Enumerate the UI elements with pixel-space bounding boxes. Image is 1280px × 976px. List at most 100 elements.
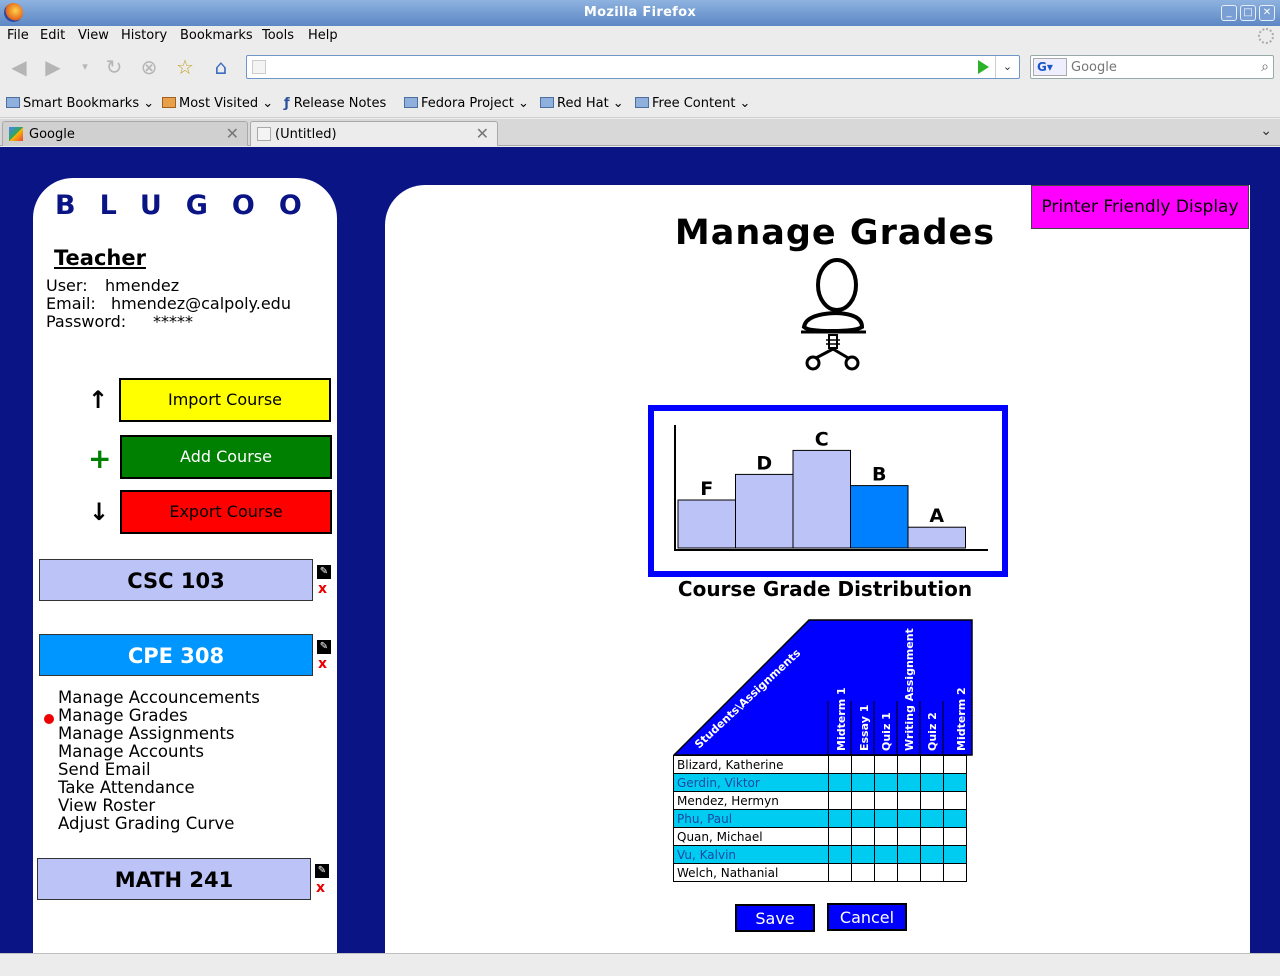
delete-course-icon[interactable]: x <box>318 656 327 672</box>
search-icon[interactable]: ⌕ <box>1261 59 1269 75</box>
menu-item-manage-accounts[interactable]: Manage Accounts <box>58 743 260 761</box>
history-dropdown-icon[interactable]: ▾ <box>74 56 96 78</box>
grade-cell[interactable] <box>851 863 875 882</box>
grade-cell[interactable] <box>851 827 875 846</box>
grade-cell[interactable] <box>897 809 921 828</box>
grade-cell[interactable] <box>897 773 921 792</box>
grade-cell[interactable] <box>920 809 944 828</box>
grade-cell[interactable] <box>828 845 852 864</box>
grade-cell[interactable] <box>828 863 852 882</box>
grade-cell[interactable] <box>874 863 898 882</box>
grade-cell[interactable] <box>943 755 967 774</box>
edit-course-icon[interactable]: ✎ <box>317 565 331 579</box>
minimize-icon[interactable]: _ <box>1221 5 1237 21</box>
home-icon[interactable]: ⌂ <box>210 56 232 78</box>
reload-icon[interactable]: ↻ <box>103 56 125 78</box>
back-icon[interactable]: ◀ <box>8 56 30 78</box>
grade-cell[interactable] <box>920 827 944 846</box>
grade-cell[interactable] <box>874 827 898 846</box>
grade-cell[interactable] <box>874 773 898 792</box>
url-input[interactable] <box>273 58 963 76</box>
menu-item-manage-announcements[interactable]: Manage Accouncements <box>58 689 260 707</box>
menu-history[interactable]: History <box>121 28 167 43</box>
grade-cell[interactable] <box>828 791 852 810</box>
go-icon[interactable] <box>978 60 989 74</box>
grade-cell[interactable] <box>943 827 967 846</box>
grade-cell[interactable] <box>828 773 852 792</box>
maximize-icon[interactable]: □ <box>1240 5 1256 21</box>
grade-cell[interactable] <box>920 845 944 864</box>
cancel-button[interactable]: Cancel <box>827 903 907 931</box>
bookmark-most-visited[interactable]: Most Visited ⌄ <box>162 96 273 111</box>
grade-cell[interactable] <box>920 791 944 810</box>
url-dropdown-icon[interactable]: ⌄ <box>995 56 1019 78</box>
search-input[interactable] <box>1071 58 1251 76</box>
grade-cell[interactable] <box>897 845 921 864</box>
new-bookmark-icon[interactable]: ☆ <box>174 56 196 78</box>
grade-cell[interactable] <box>920 863 944 882</box>
export-course-button[interactable]: Export Course <box>120 490 332 534</box>
menu-item-send-email[interactable]: Send Email <box>58 761 260 779</box>
search-engine-icon[interactable]: G▾ <box>1033 58 1067 76</box>
edit-course-icon[interactable]: ✎ <box>315 864 329 878</box>
grade-cell[interactable] <box>851 791 875 810</box>
grade-cell[interactable] <box>851 809 875 828</box>
course-math-241[interactable]: MATH 241 <box>37 858 311 900</box>
grade-cell[interactable] <box>828 809 852 828</box>
grade-cell[interactable] <box>943 791 967 810</box>
grade-cell[interactable] <box>943 845 967 864</box>
tab-list-icon[interactable]: ⌄ <box>1260 123 1272 139</box>
menu-help[interactable]: Help <box>308 28 338 43</box>
close-tab-icon[interactable]: ✕ <box>476 124 489 143</box>
menu-item-manage-assignments[interactable]: Manage Assignments <box>58 725 260 743</box>
close-tab-icon[interactable]: ✕ <box>226 124 239 143</box>
grade-cell[interactable] <box>920 773 944 792</box>
grade-cell[interactable] <box>943 863 967 882</box>
menu-view[interactable]: View <box>78 28 109 43</box>
search-bar[interactable]: G▾ ⌕ <box>1030 55 1274 79</box>
menu-bookmarks[interactable]: Bookmarks <box>180 28 253 43</box>
menu-item-adjust-grading-curve[interactable]: Adjust Grading Curve <box>58 815 260 833</box>
menu-file[interactable]: File <box>7 28 29 43</box>
grade-cell[interactable] <box>943 809 967 828</box>
menu-edit[interactable]: Edit <box>40 28 65 43</box>
tab-google[interactable]: Google ✕ <box>2 121 248 146</box>
forward-icon[interactable]: ▶ <box>42 56 64 78</box>
grade-cell[interactable] <box>897 827 921 846</box>
stop-icon[interactable]: ⊗ <box>138 56 160 78</box>
grade-cell[interactable] <box>851 755 875 774</box>
bookmark-red-hat[interactable]: Red Hat ⌄ <box>540 96 624 111</box>
import-course-button[interactable]: Import Course <box>119 378 331 422</box>
grade-cell[interactable] <box>851 773 875 792</box>
bookmark-free-content[interactable]: Free Content ⌄ <box>635 96 750 111</box>
grade-cell[interactable] <box>828 827 852 846</box>
add-course-button[interactable]: Add Course <box>120 435 332 479</box>
url-bar[interactable]: ⌄ <box>246 55 1020 79</box>
grade-cell[interactable] <box>897 755 921 774</box>
grade-cell[interactable] <box>920 755 944 774</box>
delete-course-icon[interactable]: x <box>316 880 325 896</box>
grade-cell[interactable] <box>874 791 898 810</box>
course-cpe-308[interactable]: CPE 308 <box>39 634 313 676</box>
grade-cell[interactable] <box>874 845 898 864</box>
save-button[interactable]: Save <box>735 904 815 932</box>
grade-cell[interactable] <box>943 773 967 792</box>
menu-tools[interactable]: Tools <box>262 28 294 43</box>
menu-item-view-roster[interactable]: View Roster <box>58 797 260 815</box>
close-icon[interactable]: ✕ <box>1259 5 1275 21</box>
grade-cell[interactable] <box>897 791 921 810</box>
grade-cell[interactable] <box>851 845 875 864</box>
menu-item-take-attendance[interactable]: Take Attendance <box>58 779 260 797</box>
grade-cell[interactable] <box>874 809 898 828</box>
edit-course-icon[interactable]: ✎ <box>317 640 331 654</box>
grade-cell[interactable] <box>897 863 921 882</box>
grade-cell[interactable] <box>874 755 898 774</box>
bookmark-smart-bookmarks[interactable]: Smart Bookmarks ⌄ <box>6 96 154 111</box>
bookmark-fedora-project[interactable]: Fedora Project ⌄ <box>404 96 529 111</box>
tab-untitled[interactable]: (Untitled) ✕ <box>250 121 498 146</box>
bookmark-release-notes[interactable]: ƒ Release Notes <box>284 96 386 111</box>
grade-cell[interactable] <box>828 755 852 774</box>
course-csc-103[interactable]: CSC 103 <box>39 559 313 601</box>
menu-item-manage-grades[interactable]: Manage Grades <box>58 707 260 725</box>
delete-course-icon[interactable]: x <box>318 581 327 597</box>
